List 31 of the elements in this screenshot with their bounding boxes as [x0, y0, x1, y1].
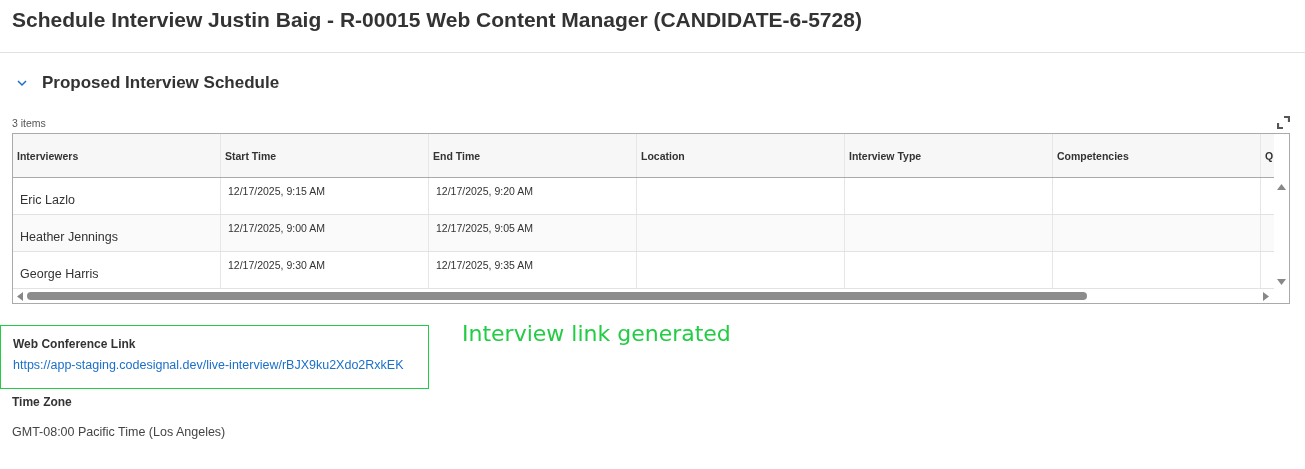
- column-header[interactable]: Interviewers: [13, 134, 221, 177]
- table-cell: Eric Lazlo: [13, 178, 221, 214]
- table-cell: 12/17/2025, 9:15 AM: [221, 178, 429, 214]
- scroll-left-icon[interactable]: [17, 291, 23, 301]
- section-title: Proposed Interview Schedule: [42, 73, 280, 93]
- scroll-up-icon[interactable]: [1277, 184, 1286, 190]
- column-header[interactable]: Q: [1261, 134, 1274, 177]
- column-header[interactable]: Start Time: [221, 134, 429, 177]
- scroll-right-icon[interactable]: [1263, 291, 1269, 301]
- conference-link[interactable]: https://app-staging.codesignal.dev/live-interview/rBJX9ku2Xdo2RxkEK: [13, 358, 404, 372]
- page-title: Schedule Interview Justin Baig - R-00015 Web Content Manager (CANDIDATE-6-5728): [12, 8, 863, 32]
- table-cell: 12/17/2025, 9:00 AM: [221, 215, 429, 251]
- table-cell: 12/17/2025, 9:05 AM: [429, 215, 637, 251]
- table-cell: George Harris: [13, 252, 221, 288]
- table-cell: 12/17/2025, 9:35 AM: [429, 252, 637, 288]
- scrollbar-thumb[interactable]: [27, 292, 1087, 300]
- expand-icon[interactable]: [1277, 116, 1290, 129]
- table-cell: 12/17/2025, 9:20 AM: [429, 178, 637, 214]
- column-header[interactable]: End Time: [429, 134, 637, 177]
- table-cell: Heather Jennings: [13, 215, 221, 251]
- field-label: Web Conference Link: [13, 337, 137, 351]
- item-count: 3 items: [12, 117, 46, 129]
- field-label: Time Zone: [12, 395, 73, 409]
- table-cell: 12/17/2025, 9:30 AM: [221, 252, 429, 288]
- column-header[interactable]: Competencies: [1053, 134, 1261, 177]
- column-header[interactable]: Interview Type: [845, 134, 1053, 177]
- annotation-text: Interview link generated: [462, 321, 731, 346]
- column-header[interactable]: Location: [637, 134, 845, 177]
- scroll-down-icon[interactable]: [1277, 279, 1286, 285]
- chevron-icon[interactable]: [16, 79, 28, 87]
- field-value: GMT-08:00 Pacific Time (Los Angeles): [12, 425, 227, 439]
